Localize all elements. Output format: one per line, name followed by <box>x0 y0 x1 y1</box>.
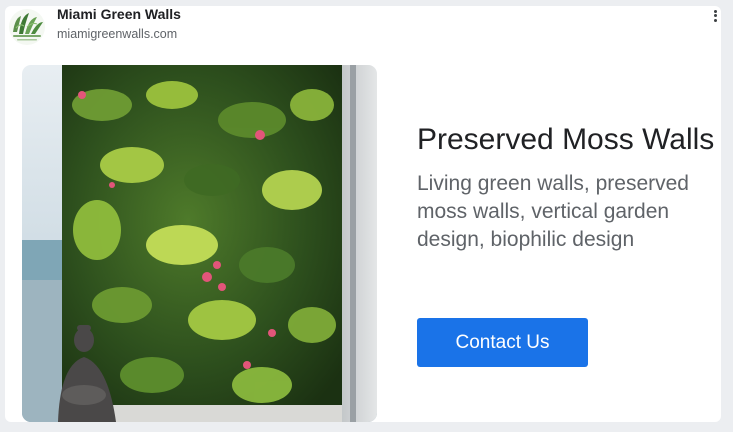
advertiser-url[interactable]: miamigreenwalls.com <box>57 27 177 41</box>
plant-logo-icon[interactable] <box>7 8 47 46</box>
ad-headline[interactable]: Preserved Moss Walls <box>417 120 717 160</box>
ad-card[interactable]: Miami Green Walls miamigreenwalls.com Pr… <box>5 6 721 422</box>
contact-us-button[interactable]: Contact Us <box>417 318 588 367</box>
more-vert-icon[interactable] <box>709 8 721 24</box>
ad-text: Preserved Moss Walls Living green walls,… <box>417 120 717 254</box>
vertical-garden-photo[interactable] <box>22 65 377 422</box>
advertiser-name[interactable]: Miami Green Walls <box>57 6 181 22</box>
ad-header: Miami Green Walls miamigreenwalls.com <box>5 6 721 50</box>
ad-description[interactable]: Living green walls, preserved moss walls… <box>417 170 717 254</box>
